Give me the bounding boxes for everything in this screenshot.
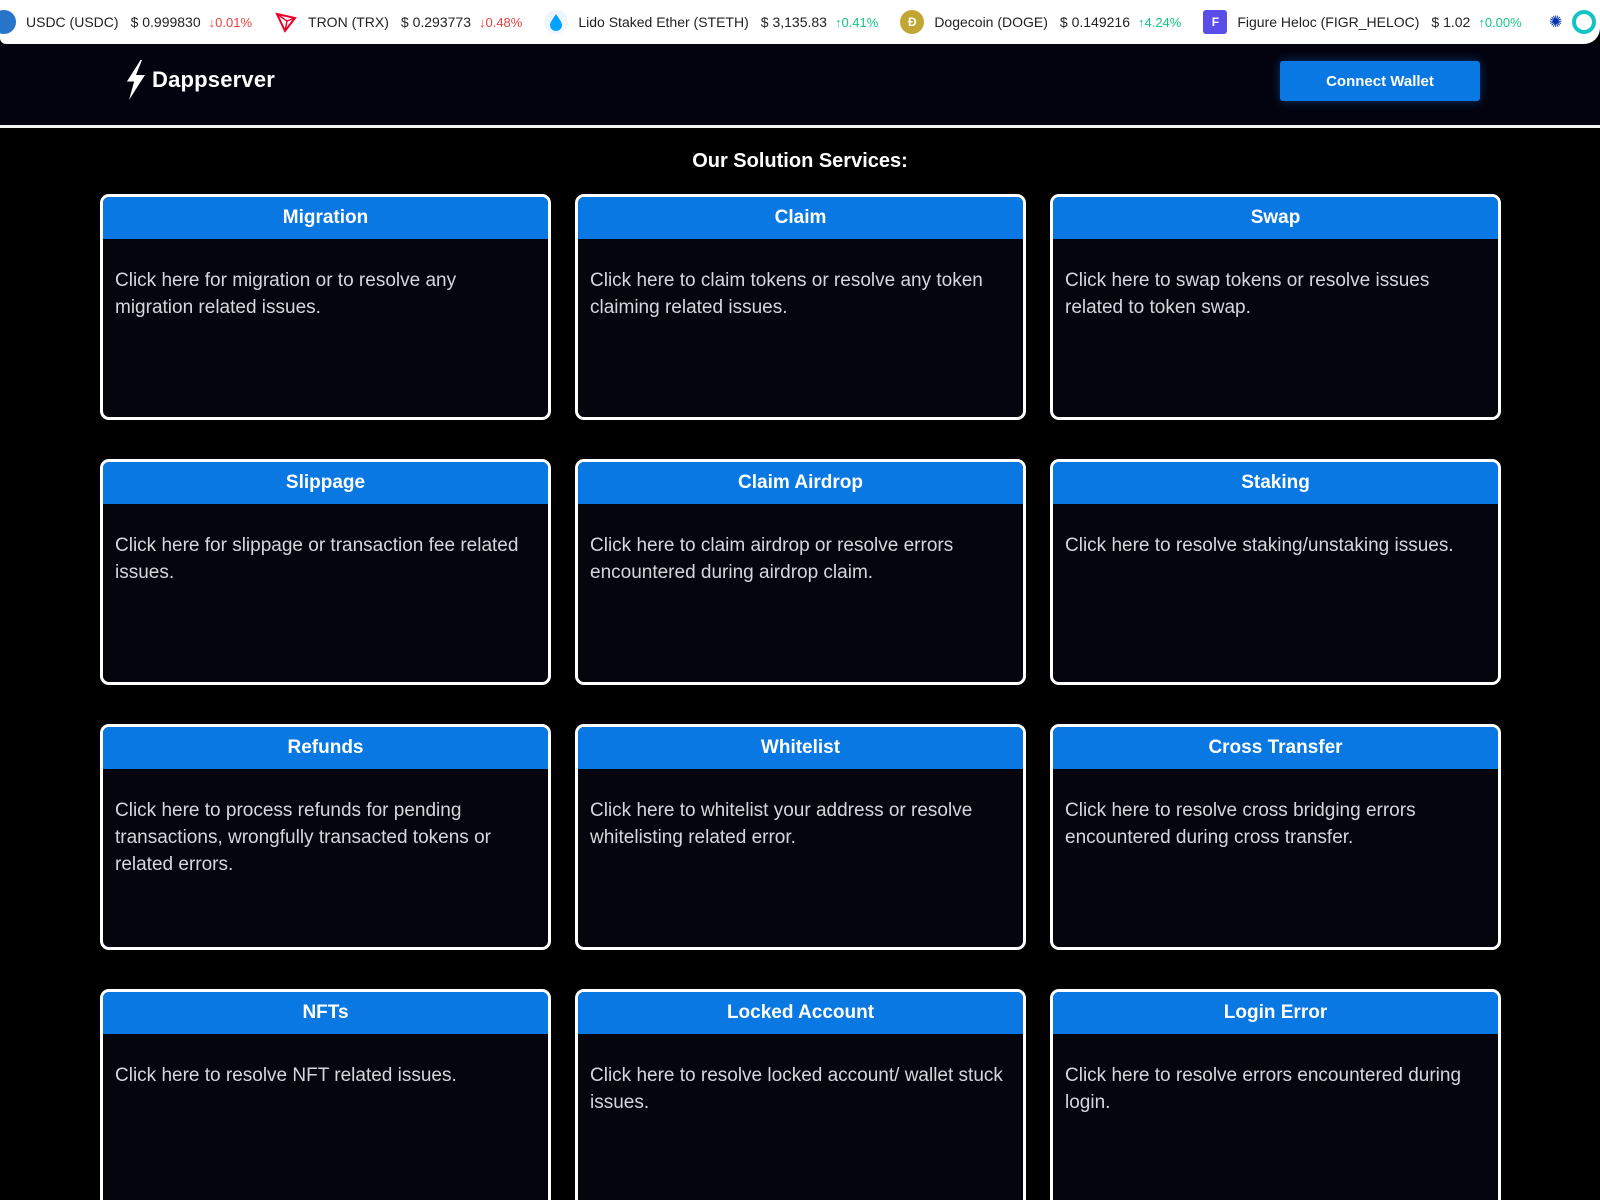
card-description: Click here for slippage or transaction f… — [115, 535, 519, 583]
service-card-swap[interactable]: Swap Click here to swap tokens or resolv… — [1050, 194, 1501, 420]
card-title: Slippage — [103, 462, 548, 504]
service-card-cross-transfer[interactable]: Cross Transfer Click here to resolve cro… — [1050, 724, 1501, 950]
ticker-change-up: ↑0.41% — [834, 14, 879, 30]
ticker-item-usdc[interactable]: USDC (USDC) $ 0.999830 ↓0.01% — [0, 10, 252, 34]
cardano-icon: ✺ — [1549, 14, 1563, 31]
connect-wallet-button[interactable]: Connect Wallet — [1280, 61, 1480, 101]
tron-icon — [274, 10, 298, 34]
ticker-change-down: ↓0.01% — [208, 14, 253, 30]
ticker-name: Dogecoin (DOGE) — [934, 14, 1048, 30]
ring-icon — [1572, 10, 1596, 34]
service-card-login-error[interactable]: Login Error Click here to resolve errors… — [1050, 989, 1501, 1200]
service-card-locked-account[interactable]: Locked Account Click here to resolve loc… — [575, 989, 1026, 1200]
ticker-name: Lido Staked Ether (STETH) — [578, 14, 749, 30]
card-description: Click here to process refunds for pendin… — [115, 800, 491, 875]
ticker-name: Figure Heloc (FIGR_HELOC) — [1237, 14, 1420, 30]
ticker-item-doge[interactable]: Ð Dogecoin (DOGE) $ 0.149216 ↑4.24% — [900, 10, 1181, 34]
card-title: Migration — [103, 197, 548, 239]
doge-icon: Ð — [900, 10, 925, 34]
service-card-migration[interactable]: Migration Click here for migration or to… — [100, 194, 551, 420]
card-description: Click here to resolve locked account/ wa… — [590, 1065, 1003, 1113]
site-logo[interactable]: Dappserver — [120, 58, 275, 102]
card-description: Click here to claim airdrop or resolve e… — [590, 535, 954, 583]
card-description: Click here to resolve NFT related issues… — [115, 1065, 457, 1086]
page-title: Our Solution Services: — [692, 150, 908, 172]
ticker-change-down: ↓0.48% — [478, 14, 523, 30]
ticker-price: $ 3,135.83 — [760, 14, 827, 30]
ticker-change-up: ↑0.00% — [1478, 14, 1522, 30]
card-title: Cross Transfer — [1053, 727, 1498, 769]
card-title: Staking — [1053, 462, 1498, 504]
card-description: Click here to whitelist your address or … — [590, 800, 973, 848]
price-ticker: USDC (USDC) $ 0.999830 ↓0.01% TRON (TRX)… — [0, 0, 1600, 44]
ticker-item-steth[interactable]: Lido Staked Ether (STETH) $ 3,135.83 ↑0.… — [544, 10, 878, 34]
ticker-price: $ 1.02 — [1431, 14, 1471, 30]
site-header: Dappserver Connect Wallet — [0, 44, 1600, 128]
card-description: Click here for migration or to resolve a… — [115, 270, 457, 318]
ticker-name: TRON (TRX) — [308, 14, 389, 30]
card-description: Click here to swap tokens or resolve iss… — [1065, 270, 1430, 318]
card-description: Click here to resolve staking/unstaking … — [1065, 535, 1454, 556]
card-title: Claim Airdrop — [578, 462, 1023, 504]
card-title: NFTs — [103, 992, 548, 1034]
ticker-item-figure-heloc[interactable]: F Figure Heloc (FIGR_HELOC) $ 1.02 ↑0.00… — [1203, 10, 1522, 34]
ticker-item-tron[interactable]: TRON (TRX) $ 0.293773 ↓0.48% — [274, 10, 522, 34]
card-description: Click here to resolve errors encountered… — [1065, 1065, 1462, 1113]
card-title: Refunds — [103, 727, 548, 769]
ticker-name: USDC (USDC) — [26, 14, 119, 30]
lightning-bolt-icon — [125, 59, 145, 100]
service-card-refunds[interactable]: Refunds Click here to process refunds fo… — [100, 724, 551, 950]
steth-icon — [544, 10, 569, 34]
ticker-price: $ 0.999830 — [130, 14, 201, 30]
service-card-slippage[interactable]: Slippage Click here for slippage or tran… — [100, 459, 551, 685]
ticker-price: $ 0.149216 — [1059, 14, 1130, 30]
card-title: Locked Account — [578, 992, 1023, 1034]
service-card-claim-airdrop[interactable]: Claim Airdrop Click here to claim airdro… — [575, 459, 1026, 685]
service-card-nfts[interactable]: NFTs Click here to resolve NFT related i… — [100, 989, 551, 1200]
service-card-claim[interactable]: Claim Click here to claim tokens or reso… — [575, 194, 1026, 420]
card-title: Login Error — [1053, 992, 1498, 1034]
service-card-whitelist[interactable]: Whitelist Click here to whitelist your a… — [575, 724, 1026, 950]
ticker-track: USDC (USDC) $ 0.999830 ↓0.01% TRON (TRX)… — [0, 0, 1600, 44]
card-title: Claim — [578, 197, 1023, 239]
figure-heloc-icon: F — [1203, 10, 1228, 34]
card-description: Click here to resolve cross bridging err… — [1065, 800, 1416, 848]
usdc-icon — [0, 10, 16, 34]
card-title: Whitelist — [578, 727, 1023, 769]
service-card-staking[interactable]: Staking Click here to resolve staking/un… — [1050, 459, 1501, 685]
logo-text: Dappserver — [152, 67, 276, 92]
card-title: Swap — [1053, 197, 1498, 239]
card-description: Click here to claim tokens or resolve an… — [590, 270, 983, 318]
ticker-change-up: ↑4.24% — [1137, 14, 1182, 30]
ticker-price: $ 0.293773 — [400, 14, 471, 30]
